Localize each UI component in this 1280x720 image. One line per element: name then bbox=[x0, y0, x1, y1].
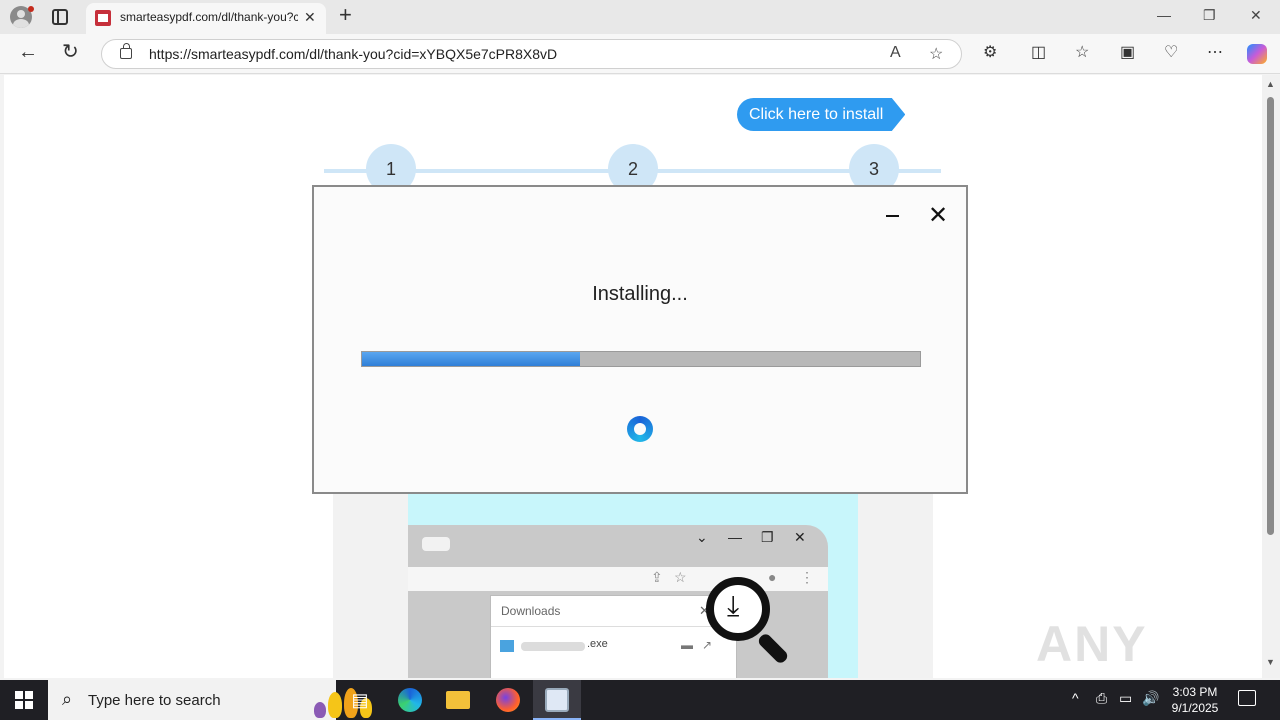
anyrun-watermark: ANY RUN bbox=[1036, 616, 1148, 678]
edge-icon bbox=[398, 688, 422, 712]
page-scrollbar[interactable]: ▲ ▼ bbox=[1262, 75, 1280, 678]
downloads-title: Downloads bbox=[501, 604, 561, 618]
instruction-illustration: ⌄ — ❐ ✕ ⇪ ☆ ● ⋮ Downloads ✕ .exe ▬ ↗ ⤓ bbox=[333, 490, 933, 678]
task-view-button[interactable]: ▤ bbox=[336, 680, 384, 720]
taskbar-search-box[interactable]: ⌕ Type here to search bbox=[48, 680, 372, 720]
mock-minimize-icon: — bbox=[728, 529, 742, 545]
read-aloud-icon[interactable]: A bbox=[890, 44, 901, 62]
taskbar-explorer-button[interactable] bbox=[434, 680, 482, 720]
illustration-background: ⌄ — ❐ ✕ ⇪ ☆ ● ⋮ Downloads ✕ .exe ▬ ↗ ⤓ bbox=[408, 490, 858, 678]
download-arrow-icon: ⤓ bbox=[727, 590, 740, 621]
browser-tab-active[interactable]: smarteasypdf.com/dl/thank-you?cid=xYBQX5… bbox=[86, 3, 326, 34]
window-restore-button[interactable]: ❐ bbox=[1203, 7, 1216, 24]
tray-network-icon[interactable]: ▭ bbox=[1119, 690, 1132, 707]
dialog-close-button[interactable]: ✕ bbox=[928, 203, 948, 229]
exe-file-icon bbox=[500, 640, 514, 652]
mock-star-icon: ☆ bbox=[674, 569, 687, 585]
mock-restore-icon: ❐ bbox=[761, 529, 774, 545]
collections-icon[interactable]: ▣ bbox=[1120, 44, 1135, 62]
clock-time: 3:03 PM bbox=[1172, 685, 1218, 699]
split-screen-icon[interactable]: ◫ bbox=[1031, 44, 1046, 62]
more-menu-icon[interactable]: ⋯ bbox=[1207, 44, 1223, 62]
extensions-icon[interactable]: ⚙ bbox=[983, 44, 997, 62]
page-viewport: Click here to install 1 2 3 ⌄ — ❐ ✕ ⇪ ☆ … bbox=[4, 75, 1262, 678]
install-status-text: Installing... bbox=[592, 283, 688, 305]
task-view-icon: ▤ bbox=[351, 690, 369, 710]
install-progress-fill bbox=[362, 352, 580, 366]
mock-close-icon: ✕ bbox=[794, 529, 806, 545]
notification-center-icon[interactable] bbox=[1238, 690, 1256, 706]
mock-profile-icon: ● bbox=[768, 569, 777, 585]
browser-essentials-icon[interactable]: ♡ bbox=[1164, 44, 1178, 62]
taskbar-firefox-button[interactable] bbox=[484, 680, 532, 720]
firefox-icon bbox=[496, 688, 520, 712]
install-dialog: ✕ Installing... bbox=[312, 185, 968, 494]
folder-icon: ▬ bbox=[681, 638, 693, 652]
mock-share-icon: ⇪ bbox=[651, 569, 663, 585]
url-text[interactable]: https://smarteasypdf.com/dl/thank-you?ci… bbox=[149, 46, 557, 62]
windows-start-icon[interactable] bbox=[15, 691, 33, 709]
favorite-star-icon[interactable]: ☆ bbox=[929, 44, 943, 64]
tray-device-icon[interactable]: ⎙ bbox=[1096, 690, 1107, 707]
favorites-icon[interactable]: ☆ bbox=[1075, 44, 1089, 62]
blurred-filename bbox=[521, 642, 585, 651]
dialog-minimize-button[interactable] bbox=[886, 215, 899, 217]
tray-overflow-icon[interactable]: ^ bbox=[1072, 690, 1079, 706]
scroll-thumb[interactable] bbox=[1267, 97, 1274, 535]
click-to-install-button[interactable]: Click here to install bbox=[737, 98, 906, 131]
clock-date: 9/1/2025 bbox=[1171, 701, 1219, 715]
browser-title-bar: smarteasypdf.com/dl/thank-you?cid=xYBQX5… bbox=[0, 0, 1280, 34]
search-placeholder[interactable]: Type here to search bbox=[88, 692, 221, 709]
site-favicon-icon bbox=[95, 10, 111, 26]
address-bar[interactable]: https://smarteasypdf.com/dl/thank-you?ci… bbox=[101, 39, 962, 69]
taskbar-installer-button[interactable] bbox=[533, 680, 581, 720]
scroll-down-arrow-icon[interactable]: ▼ bbox=[1266, 657, 1275, 667]
window-close-button[interactable]: ✕ bbox=[1250, 7, 1262, 24]
mock-chevron-icon: ⌄ bbox=[696, 529, 708, 545]
file-explorer-icon bbox=[446, 691, 470, 709]
back-button[interactable]: ← bbox=[18, 42, 38, 62]
magnifier-handle bbox=[756, 631, 790, 666]
refresh-button[interactable]: ↻ bbox=[62, 42, 79, 62]
taskbar-clock[interactable]: 3:03 PM 9/1/2025 bbox=[1160, 684, 1230, 716]
window-minimize-button[interactable]: — bbox=[1157, 7, 1171, 23]
mock-downloads-panel: Downloads ✕ .exe ▬ ↗ bbox=[490, 595, 737, 678]
browser-toolbar: ← ↻ https://smarteasypdf.com/dl/thank-yo… bbox=[0, 34, 1280, 74]
tab-close-icon[interactable]: ✕ bbox=[304, 9, 316, 26]
copilot-icon[interactable] bbox=[1247, 44, 1267, 64]
tray-volume-icon[interactable]: 🔊 bbox=[1142, 690, 1159, 707]
lock-icon[interactable] bbox=[120, 43, 132, 59]
install-progress-bar bbox=[361, 351, 921, 367]
tab-title: smarteasypdf.com/dl/thank-you?cid=xYBQX5… bbox=[120, 10, 298, 24]
profile-notification-dot bbox=[28, 6, 34, 12]
file-extension: .exe bbox=[587, 638, 608, 650]
open-external-icon: ↗ bbox=[702, 638, 713, 652]
tab-actions-icon[interactable] bbox=[52, 9, 68, 25]
new-tab-button[interactable]: + bbox=[339, 3, 352, 27]
mock-tab bbox=[422, 537, 450, 551]
mock-more-icon: ⋮ bbox=[800, 569, 814, 585]
magnifier-icon: ⤓ bbox=[706, 577, 770, 641]
downloads-divider bbox=[491, 626, 736, 627]
installer-app-icon bbox=[545, 688, 569, 712]
search-icon: ⌕ bbox=[62, 689, 73, 709]
mock-browser-window: ⌄ — ❐ ✕ ⇪ ☆ ● ⋮ Downloads ✕ .exe ▬ ↗ ⤓ bbox=[408, 525, 828, 678]
windows-taskbar: ⌕ Type here to search ▤ ^ ⎙ ▭ 🔊 3:03 PM … bbox=[0, 680, 1280, 720]
taskbar-edge-button[interactable] bbox=[386, 680, 434, 720]
loading-spinner-icon bbox=[627, 416, 653, 442]
scroll-up-arrow-icon[interactable]: ▲ bbox=[1266, 79, 1275, 89]
mock-address-bar: ⇪ ☆ ● ⋮ bbox=[408, 567, 828, 591]
